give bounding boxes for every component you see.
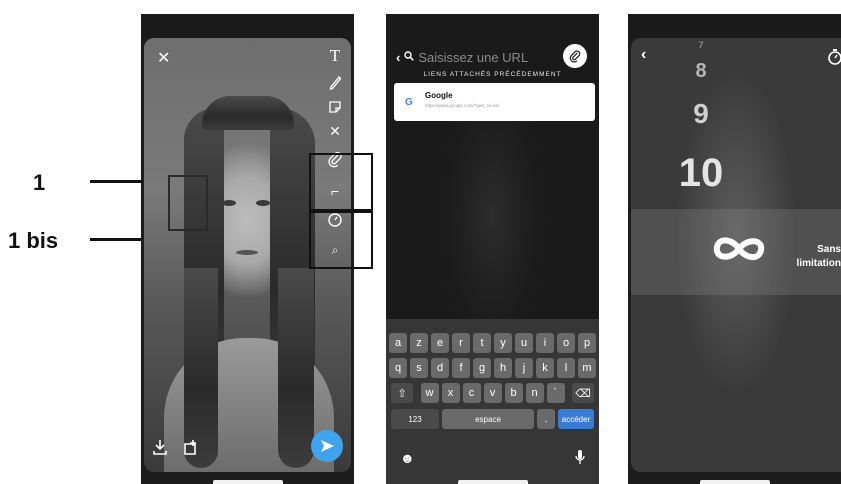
timer-option-10[interactable]: 10 xyxy=(631,151,771,196)
send-button[interactable] xyxy=(311,430,343,462)
section-title: LIENS ATTACHÉS PRÉCÉDEMMENT xyxy=(423,71,562,78)
key-h[interactable]: h xyxy=(494,358,512,378)
url-input[interactable]: Saisissez une URL xyxy=(418,50,528,65)
key-v[interactable]: v xyxy=(483,383,502,403)
phone-url: ‹ Saisissez une URL LIENS ATTACHÉS PRÉCÉ… xyxy=(386,14,599,484)
no-limit-label: Sans limitation xyxy=(797,243,841,271)
key-x[interactable]: x xyxy=(441,383,460,403)
status-bar xyxy=(386,14,599,38)
download-icon[interactable] xyxy=(152,439,168,460)
key-´[interactable]: ´ xyxy=(546,383,565,403)
keyboard: azertyuiop qsdfghjklm ⇧ w x c v b n ´ ⌫ 123 es… xyxy=(386,319,599,484)
no-limit-line-1: Sans xyxy=(817,244,841,255)
key-y[interactable]: y xyxy=(494,333,512,353)
keyboard-row-3: ⇧ w x c v b n ´ ⌫ xyxy=(386,383,599,403)
microphone-icon[interactable] xyxy=(575,449,585,470)
key-f[interactable]: f xyxy=(452,358,470,378)
key-n[interactable]: n xyxy=(525,383,544,403)
key-z[interactable]: z xyxy=(410,333,428,353)
text-icon[interactable]: T xyxy=(325,47,345,64)
photo-mouth xyxy=(236,250,258,255)
timer-option-8[interactable]: 8 xyxy=(631,60,771,83)
photo-hair-left-long xyxy=(184,268,218,468)
url-screen: ‹ Saisissez une URL LIENS ATTACHÉS PRÉCÉ… xyxy=(386,38,599,484)
link-title: Google xyxy=(425,91,453,100)
phone-timer: ‹ 7 8 9 10 Sans limitation xyxy=(628,14,841,484)
key-i[interactable]: i xyxy=(536,333,554,353)
annotation-box-1bis xyxy=(309,211,373,269)
add-story-icon[interactable] xyxy=(182,439,198,460)
shift-key[interactable]: ⇧ xyxy=(391,383,413,403)
key-u[interactable]: u xyxy=(515,333,533,353)
timer-screen: ‹ 7 8 9 10 Sans limitation xyxy=(631,38,841,472)
go-key[interactable]: accéder xyxy=(558,409,594,429)
pencil-icon[interactable] xyxy=(325,74,345,93)
home-indicator xyxy=(699,480,770,484)
key-g[interactable]: g xyxy=(473,358,491,378)
key-w[interactable]: w xyxy=(420,383,439,403)
emoji-icon[interactable]: ☻ xyxy=(400,450,415,466)
key-s[interactable]: s xyxy=(410,358,428,378)
annotation-label-1bis: 1 bis xyxy=(8,228,59,253)
keyboard-row-2: qsdfghjklm xyxy=(386,358,599,378)
key-m[interactable]: m xyxy=(578,358,596,378)
timer-option-9[interactable]: 9 xyxy=(631,98,771,130)
back-chevron-icon[interactable]: ‹ xyxy=(396,50,400,65)
key-l[interactable]: l xyxy=(557,358,575,378)
status-bar xyxy=(141,14,354,38)
timer-icon[interactable] xyxy=(827,48,841,71)
key-j[interactable]: j xyxy=(515,358,533,378)
link-url: https://www.google.com/?gws_rd=ssl xyxy=(425,103,499,108)
scissors-icon[interactable]: ✕ xyxy=(325,124,345,138)
key-b[interactable]: b xyxy=(504,383,523,403)
key-d[interactable]: d xyxy=(431,358,449,378)
backspace-key[interactable]: ⌫ xyxy=(572,383,594,403)
key-k[interactable]: k xyxy=(536,358,554,378)
timer-option-7[interactable]: 7 xyxy=(631,40,771,50)
key-p[interactable]: p xyxy=(578,333,596,353)
sticker-icon[interactable] xyxy=(325,100,345,117)
numbers-key[interactable]: 123 xyxy=(391,409,439,429)
keyboard-row-1: azertyuiop xyxy=(386,333,599,353)
photo-eye-right xyxy=(256,200,270,206)
keyboard-row-3-letters: w x c v b n ´ xyxy=(419,383,566,403)
space-key[interactable]: espace xyxy=(442,409,534,429)
infinity-icon[interactable] xyxy=(709,234,769,269)
status-bar xyxy=(628,14,841,38)
photo-wall-frame xyxy=(168,175,208,231)
photo-eye-left xyxy=(222,200,236,206)
send-arrow-icon xyxy=(321,440,334,452)
key-o[interactable]: o xyxy=(557,333,575,353)
photo-hair-top xyxy=(202,96,294,130)
key-a[interactable]: a xyxy=(389,333,407,353)
google-logo-icon: G xyxy=(405,97,413,108)
key-c[interactable]: c xyxy=(462,383,481,403)
annotation-label-1: 1 xyxy=(33,170,46,195)
keyboard-row-4: 123 espace . accéder xyxy=(386,409,599,429)
key-t[interactable]: t xyxy=(473,333,491,353)
key-r[interactable]: r xyxy=(452,333,470,353)
annotation-box-1 xyxy=(309,153,373,211)
url-bar: ‹ Saisissez une URL xyxy=(396,44,589,68)
home-indicator xyxy=(457,480,528,484)
close-icon[interactable]: ✕ xyxy=(157,48,170,68)
key-e[interactable]: e xyxy=(431,333,449,353)
photo-hair-right-long xyxy=(278,268,314,468)
key-q[interactable]: q xyxy=(389,358,407,378)
previous-link-card[interactable]: G Google https://www.google.com/?gws_rd=… xyxy=(394,83,595,121)
no-limit-line-2: limitation xyxy=(796,258,841,269)
attach-link-button[interactable] xyxy=(563,44,587,68)
paperclip-icon xyxy=(569,50,581,63)
search-icon xyxy=(404,48,415,66)
home-indicator xyxy=(212,480,283,484)
period-key[interactable]: . xyxy=(537,409,555,429)
